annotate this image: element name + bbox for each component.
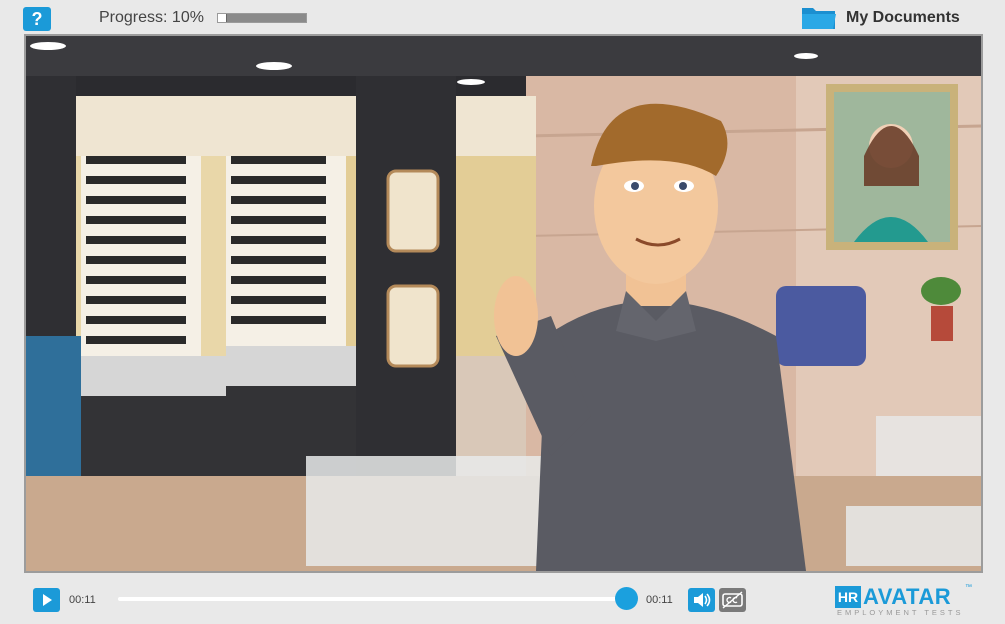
current-time: 00:11 — [69, 594, 96, 606]
video-frame[interactable] — [24, 34, 983, 573]
logo-trademark: ™ — [965, 584, 972, 591]
duration-time: 00:11 — [646, 594, 673, 606]
folder-icon — [802, 8, 836, 29]
help-button[interactable]: ? — [23, 7, 51, 31]
play-button[interactable] — [33, 588, 60, 612]
volume-button[interactable] — [688, 588, 715, 612]
progress-bar-fill — [218, 14, 227, 22]
progress-label: Progress: 10% — [99, 9, 204, 26]
captions-button[interactable] — [719, 588, 746, 612]
logo-avatar: AVATAR — [863, 584, 952, 609]
progress-bar — [217, 13, 307, 23]
top-bar: ? Progress: 10% My Documents — [0, 0, 1005, 34]
logo-hr: HR — [835, 586, 861, 608]
player-controls: 00:11 00:11 HR AVATAR ™ EMPLOYMENT TESTS — [0, 584, 1005, 624]
hr-avatar-logo: HR AVATAR ™ EMPLOYMENT TESTS — [835, 584, 975, 620]
my-documents-label: My Documents — [846, 9, 960, 26]
seek-handle[interactable] — [615, 587, 638, 610]
closed-captions-icon — [722, 591, 743, 609]
volume-icon — [694, 593, 711, 607]
video-scene-illustration — [26, 36, 981, 571]
play-icon — [43, 594, 52, 606]
seek-bar[interactable] — [118, 597, 628, 601]
logo-subtitle: EMPLOYMENT TESTS — [837, 608, 964, 617]
